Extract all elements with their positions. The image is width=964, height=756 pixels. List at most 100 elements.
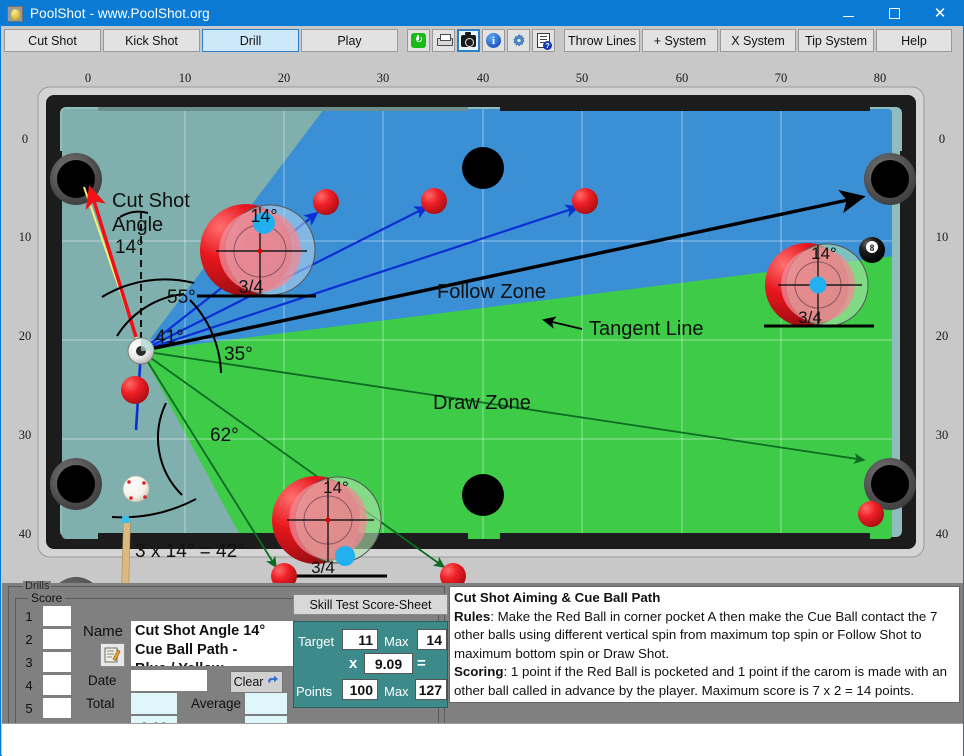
title-bar: PoolShot - www.PoolShot.org ✕ (1, 1, 963, 26)
score-input-1[interactable] (42, 605, 72, 627)
close-icon: ✕ (933, 5, 947, 22)
tab-kick-shot[interactable]: Kick Shot (103, 29, 200, 52)
button-help[interactable]: Help (876, 29, 952, 52)
name-line-2: Cue Ball Path - (135, 642, 238, 658)
axis-tick-top-70: 70 (775, 71, 788, 85)
label-tangent-line: Tangent Line (589, 318, 704, 340)
axis-tick-top-20: 20 (278, 71, 291, 85)
label-angle-62: 62° (210, 425, 239, 446)
red-ball-object (121, 376, 149, 404)
axis-tick-left-20: 20 (19, 329, 32, 343)
tab-cut-shot[interactable]: Cut Shot (4, 29, 101, 52)
scoring-paragraph: Scoring: 1 point if the Red Ball is pock… (454, 663, 955, 700)
clear-button[interactable]: Clear (230, 671, 283, 693)
maximize-button[interactable] (871, 1, 917, 26)
points-label: Points (296, 684, 333, 699)
label-cut-shot-angle-value: 14° (115, 237, 144, 258)
edit-name-button[interactable] (100, 643, 125, 667)
score-row-number-2: 2 (25, 632, 33, 647)
panel-equals-symbol: = (417, 655, 426, 672)
score-row-number-1: 1 (25, 609, 33, 624)
button-plus-system[interactable]: + System (642, 29, 718, 52)
rules-body: : Make the Red Ball in corner pocket A t… (454, 608, 938, 661)
score-input-3[interactable] (42, 651, 72, 673)
average-label: Average (191, 696, 242, 711)
total-value-field (130, 692, 178, 715)
pocket-bottom-middle (462, 474, 504, 516)
ghost-ball-3-angle-label: 14° (323, 478, 349, 497)
axis-tick-top-10: 10 (179, 71, 192, 85)
tab-play[interactable]: Play (301, 29, 398, 52)
rules-label: Rules (454, 608, 491, 624)
scoring-label: Scoring (454, 664, 504, 680)
power-icon (411, 33, 426, 48)
score-input-2[interactable] (42, 628, 72, 650)
date-input[interactable] (130, 669, 208, 692)
label-draw-zone: Draw Zone (433, 392, 531, 414)
red-ball-2 (421, 188, 447, 214)
rules-description-box: Cut Shot Aiming & Cue Ball Path Rules: M… (449, 586, 960, 703)
score-row-number-3: 3 (25, 655, 33, 670)
target-value-field[interactable]: 11 (342, 629, 378, 650)
cue-ball (122, 475, 150, 503)
ghost-ball-2-fraction-label: 3/4 (798, 308, 822, 327)
label-follow-zone: Follow Zone (437, 281, 546, 303)
name-line-3: Blue / Yellow (135, 660, 291, 666)
panel-multiplier-field[interactable]: 9.09 (364, 653, 413, 674)
pool-table: 14° 3/4 14° 3/4 14° 3/4 8 Cut Shot Angle… (37, 86, 925, 583)
axis-tick-left-40: 40 (19, 527, 32, 541)
axis-tick-top-0: 0 (85, 71, 91, 85)
power-button[interactable] (407, 29, 430, 52)
points-value-field[interactable]: 100 (342, 679, 378, 700)
tab-drill[interactable]: Drill (202, 29, 299, 52)
ghost-ball-diagram-1: 14° 3/4 (197, 204, 316, 298)
total-label: Total (86, 696, 115, 711)
ghost-ball-diagram-3: 14° 3/4 (272, 476, 387, 578)
rules-paragraph: Rules: Make the Red Ball in corner pocke… (454, 608, 955, 664)
screenshot-button[interactable] (457, 29, 480, 52)
button-x-system[interactable]: X System (720, 29, 796, 52)
date-label: Date (88, 673, 117, 688)
help-document-icon (537, 33, 552, 50)
drills-group-label: Drills (23, 581, 52, 591)
label-triple-angle: 3 x 14° = 42° (135, 541, 245, 562)
info-button[interactable]: i (482, 29, 505, 52)
panel-multiply-symbol: x (349, 655, 358, 672)
close-button[interactable]: ✕ (917, 1, 963, 26)
eight-ball: 8 (859, 237, 885, 263)
print-button[interactable] (432, 29, 455, 52)
axis-tick-left-10: 10 (19, 230, 32, 244)
button-throw-lines[interactable]: Throw Lines (564, 29, 640, 52)
axis-tick-top-30: 30 (377, 71, 390, 85)
scoring-body: : 1 point if the Red Ball is pocketed an… (454, 664, 947, 698)
name-label: Name (83, 623, 124, 640)
ghost-ball-3-fraction-label: 3/4 (311, 558, 335, 577)
axis-tick-left-0: 0 (22, 132, 28, 146)
rules-title-text: Cut Shot Aiming & Cue Ball Path (454, 590, 661, 605)
settings-button[interactable] (507, 29, 530, 52)
label-angle-41: 41° (155, 327, 184, 348)
points-max-field: 127 (415, 679, 447, 700)
comments-label: Comments (454, 702, 523, 703)
window-controls: ✕ (825, 1, 963, 26)
pool-table-diagram[interactable]: 0 10 20 30 40 50 60 70 80 0 10 20 30 40 … (2, 55, 963, 583)
toolbar: Cut Shot Kick Shot Drill Play i ? Throw … (2, 26, 963, 55)
score-input-4[interactable] (42, 674, 72, 696)
minimize-button[interactable] (825, 1, 871, 26)
red-ball-3 (572, 188, 598, 214)
score-input-5[interactable] (42, 697, 72, 719)
pocket-top-middle (462, 147, 504, 189)
axis-tick-right-10: 10 (936, 230, 949, 244)
skill-test-score-sheet-button[interactable]: Skill Test Score-Sheet (293, 594, 448, 615)
button-tip-system[interactable]: Tip System (798, 29, 874, 52)
app-logo-icon (7, 5, 23, 22)
score-row-number-4: 4 (25, 678, 33, 693)
eight-ball-number: 8 (870, 243, 875, 253)
ghost-ball-2-angle-label: 14° (811, 244, 837, 263)
red-ball-4 (858, 501, 884, 527)
name-input[interactable]: Cut Shot Angle 14° Cue Ball Path - Blue … (130, 620, 296, 667)
axis-tick-right-30: 30 (936, 428, 949, 442)
window-title: PoolShot - www.PoolShot.org (30, 6, 210, 21)
help-document-button[interactable] (532, 29, 555, 52)
pocket-bottom-right (871, 465, 909, 503)
